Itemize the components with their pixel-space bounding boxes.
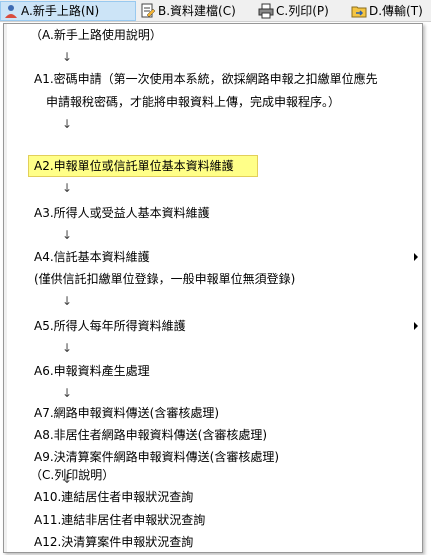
flow-arrow-row: ↓ <box>4 224 422 246</box>
section-header-a[interactable]: （A.新手上路使用說明） <box>4 24 422 46</box>
menu-item-a6-label: A6.申報資料產生處理 <box>34 364 150 378</box>
menu-item-a1-label-line1: A1.密碼申請（第一次使用本系統，欲採網路申報之扣繳單位應先 <box>34 72 378 86</box>
menu-item-a1-label-line2: 申請報稅密碼，才能將申報資料上傳，完成申報程序。） <box>46 95 341 109</box>
menu-item-a2[interactable]: A2.申報單位或信託單位基本資料維護 <box>4 155 422 177</box>
menu-transfer-label: D.傳輸(T) <box>369 4 423 18</box>
flow-arrow-row: ↓ <box>4 337 422 359</box>
flow-arrow-row: ↓ <box>4 113 422 135</box>
menu-item-a5[interactable]: A5.所得人每年所得資料維護 <box>4 315 422 337</box>
menu-item-a10-label: A10.連結居住者申報狀況查詢 <box>34 490 194 504</box>
menu-item-a12-label: A12.決清算案件申報狀況查詢 <box>34 535 194 549</box>
menu-item-a7-label: A7.網路申報資料傳送(含審核處理) <box>34 406 220 420</box>
printer-icon <box>258 3 274 19</box>
menu-data-entry[interactable]: B.資料建檔(C) <box>138 1 250 21</box>
menu-item-a10[interactable]: A10.連結居住者申報狀況查詢 <box>4 486 422 508</box>
menu-item-a1-continued[interactable]: 申請報稅密碼，才能將申報資料上傳，完成申報程序。） <box>4 91 422 113</box>
menu-item-a1[interactable]: A1.密碼申請（第一次使用本系統，欲採網路申報之扣繳單位應先 <box>4 68 422 90</box>
menu-item-a11-label: A11.連結非居住者申報狀況查詢 <box>34 513 206 527</box>
folder-transfer-icon <box>351 6 367 18</box>
flow-arrow: ↓ <box>62 294 73 308</box>
menu-item-a4-note-label: (僅供信託扣繳單位登錄，一般申報單位無須登錄) <box>34 272 296 286</box>
person-icon <box>5 5 17 18</box>
flow-arrow-row: ↓ <box>4 177 422 199</box>
menu-item-a4-note: (僅供信託扣繳單位登錄，一般申報單位無須登錄) <box>4 268 422 290</box>
menu-transfer[interactable]: D.傳輸(T) <box>349 1 431 21</box>
flow-arrow-row: ↓ <box>4 290 422 312</box>
flow-arrow: ↓ <box>62 117 73 131</box>
document-edit-icon <box>141 3 156 18</box>
menu-item-a8-label: A8.非居住者網路申報資料傳送(含審核處理) <box>34 428 268 442</box>
menu-new-user-label: A.新手上路(N) <box>21 4 100 18</box>
menu-bar: A.新手上路(N) B.資料建檔(C) C.列印(P) D.傳輸(T) <box>0 0 431 22</box>
menu-print[interactable]: C.列印(P) <box>256 1 346 21</box>
menu-item-a4-label: A4.信託基本資料維護 <box>34 250 150 264</box>
new-user-dropdown-menu: （A.新手上路使用說明） ↓ A1.密碼申請（第一次使用本系統，欲採網路申報之扣… <box>3 23 423 553</box>
menu-data-entry-label: B.資料建檔(C) <box>158 4 236 18</box>
menu-item-a12[interactable]: A12.決清算案件申報狀況查詢 <box>4 531 422 553</box>
menu-print-label: C.列印(P) <box>276 4 329 18</box>
flow-arrow: ↓ <box>62 181 73 195</box>
section-header-c[interactable]: （C.列印說明） <box>4 464 422 486</box>
menu-item-a6[interactable]: A6.申報資料產生處理 <box>4 360 422 382</box>
flow-arrow: ↓ <box>62 228 73 242</box>
menu-new-user[interactable]: A.新手上路(N) <box>0 1 136 21</box>
flow-arrow: ↓ <box>62 386 73 400</box>
menu-item-a8[interactable]: A8.非居住者網路申報資料傳送(含審核處理) <box>4 424 422 446</box>
menu-item-a3-label: A3.所得人或受益人基本資料維護 <box>34 206 210 220</box>
menu-item-a5-label: A5.所得人每年所得資料維護 <box>34 319 186 333</box>
flow-arrow-row: ↓ <box>4 382 422 404</box>
flow-arrow-row: ↓ <box>4 46 422 68</box>
menu-item-a7[interactable]: A7.網路申報資料傳送(含審核處理) <box>4 402 422 424</box>
section-header-c-label: （C.列印說明） <box>30 468 115 482</box>
submenu-arrow-icon <box>414 322 418 330</box>
menu-item-a3[interactable]: A3.所得人或受益人基本資料維護 <box>4 202 422 224</box>
menu-item-a11[interactable]: A11.連結非居住者申報狀況查詢 <box>4 509 422 531</box>
flow-arrow: ↓ <box>62 341 73 355</box>
submenu-arrow-icon <box>414 253 418 261</box>
flow-arrow: ↓ <box>62 50 73 64</box>
menu-item-a4[interactable]: A4.信託基本資料維護 <box>4 246 422 268</box>
menu-item-a2-label: A2.申報單位或信託單位基本資料維護 <box>34 159 234 173</box>
section-header-a-label: （A.新手上路使用說明） <box>30 28 162 42</box>
